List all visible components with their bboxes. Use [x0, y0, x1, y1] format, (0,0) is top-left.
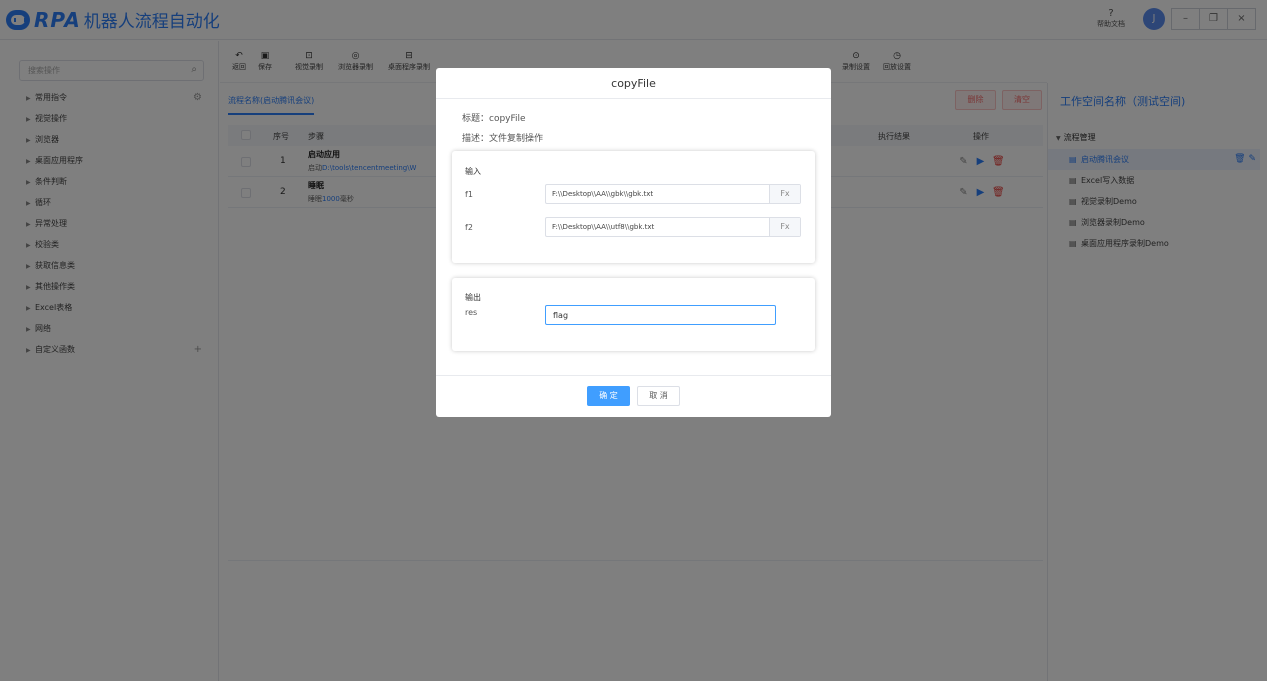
dialog-title: copyFile: [436, 68, 831, 99]
dialog-name-row: 标题：copyFile: [462, 111, 526, 124]
output-value: flag: [553, 311, 569, 320]
output-section: 输出 res flag: [452, 278, 815, 351]
desc-value: 文件复制操作: [489, 134, 544, 144]
param-field-f2[interactable]: F:\\Desktop\\AA\\utf8\\gbk.txt Fx: [545, 217, 801, 237]
output-variable-input[interactable]: flag: [545, 305, 776, 325]
output-name: res: [465, 308, 478, 317]
fx-button[interactable]: Fx: [769, 218, 800, 236]
copyfile-dialog: copyFile 标题：copyFile 描述：文件复制操作 输入 f1 F:\…: [436, 68, 831, 417]
name-value: copyFile: [489, 114, 526, 124]
param-field-f1[interactable]: F:\\Desktop\\AA\\gbk\\gbk.txt Fx: [545, 184, 801, 204]
name-label: 标题：: [462, 114, 490, 124]
fx-button[interactable]: Fx: [769, 185, 800, 203]
input-section-label: 输入: [465, 167, 481, 176]
dialog-footer-divider: [436, 375, 831, 376]
param-value: F:\\Desktop\\AA\\gbk\\gbk.txt: [552, 190, 654, 198]
param-value: F:\\Desktop\\AA\\utf8\\gbk.txt: [552, 223, 655, 231]
confirm-button[interactable]: 确 定: [587, 386, 630, 406]
input-section: 输入 f1 F:\\Desktop\\AA\\gbk\\gbk.txt Fx f…: [452, 151, 815, 263]
dialog-desc-row: 描述：文件复制操作: [462, 131, 543, 144]
param-name-f1: f1: [465, 190, 473, 199]
cancel-button[interactable]: 取 消: [637, 386, 680, 406]
output-section-label: 输出: [465, 293, 481, 302]
param-name-f2: f2: [465, 223, 473, 232]
desc-label: 描述：: [462, 134, 490, 144]
